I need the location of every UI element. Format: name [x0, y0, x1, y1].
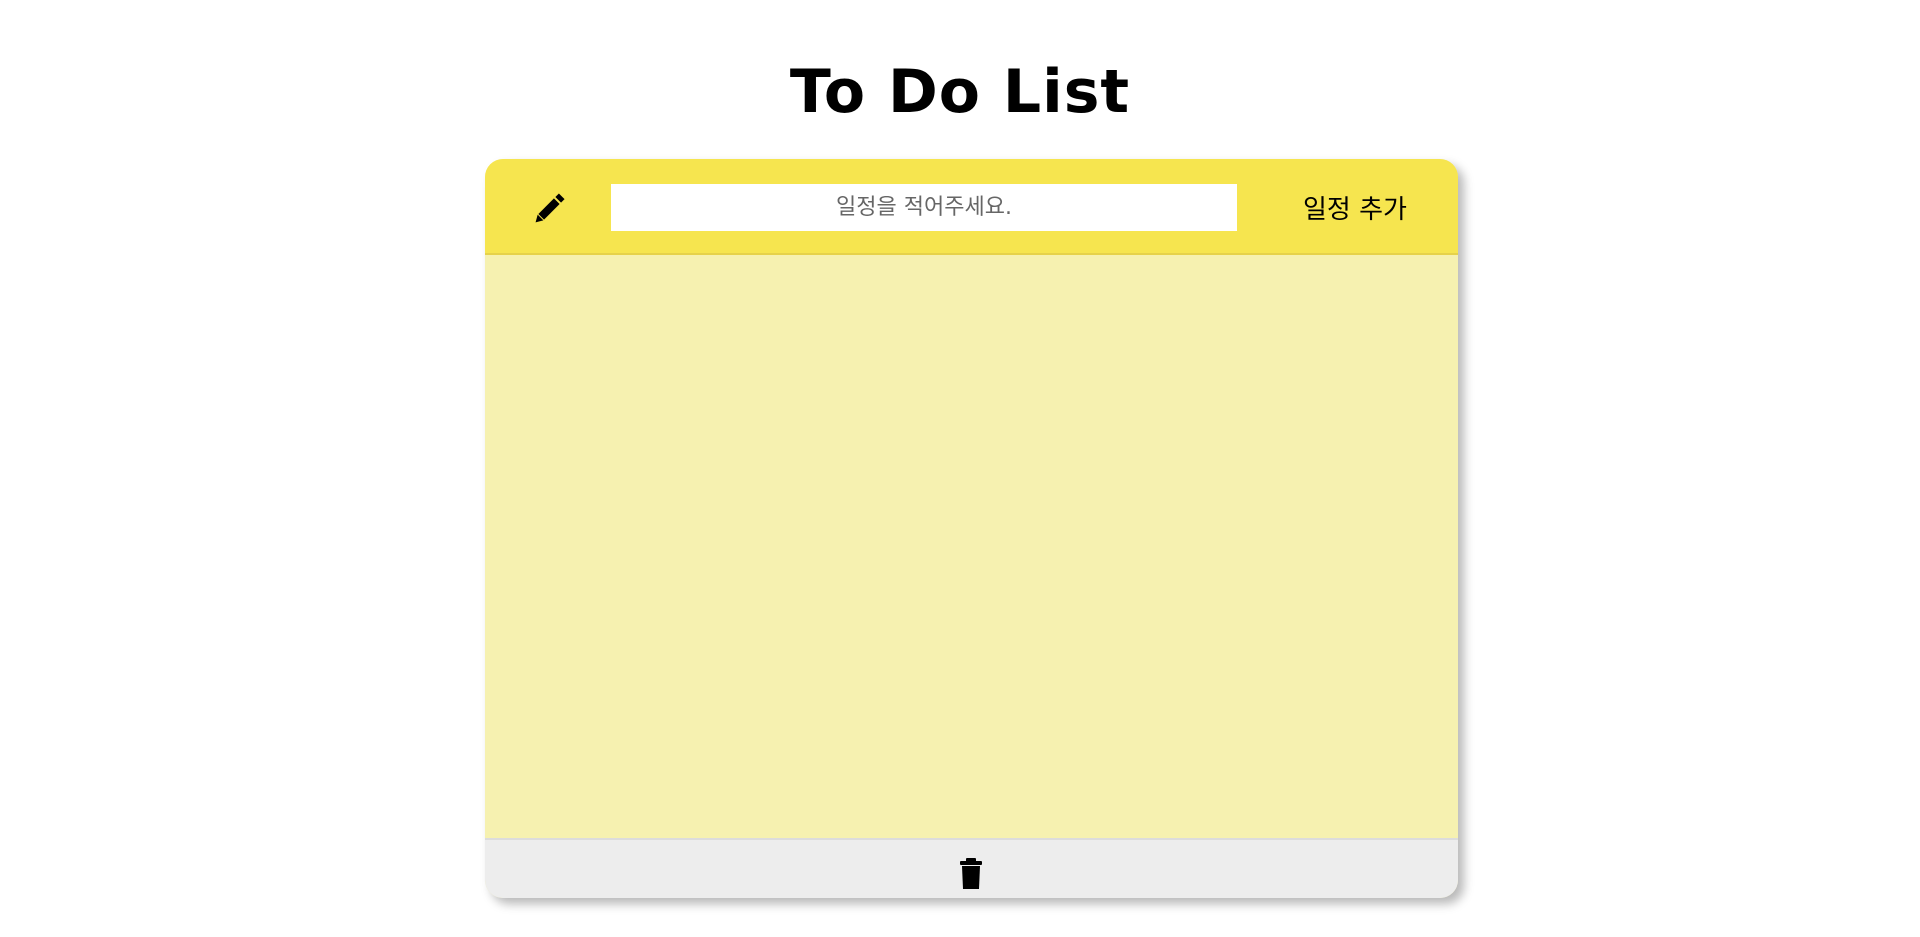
todo-card: 일정 추가: [485, 159, 1458, 898]
page-title: To Do List: [789, 57, 1131, 127]
todo-header: 일정 추가: [485, 159, 1458, 255]
todo-list: [485, 255, 1458, 838]
todo-footer: [485, 838, 1458, 898]
add-todo-button[interactable]: 일정 추가: [1275, 181, 1435, 233]
delete-all-button[interactable]: [951, 852, 991, 892]
todo-input[interactable]: [611, 184, 1237, 231]
trash-icon: [951, 858, 991, 895]
pencil-icon: [529, 189, 569, 229]
